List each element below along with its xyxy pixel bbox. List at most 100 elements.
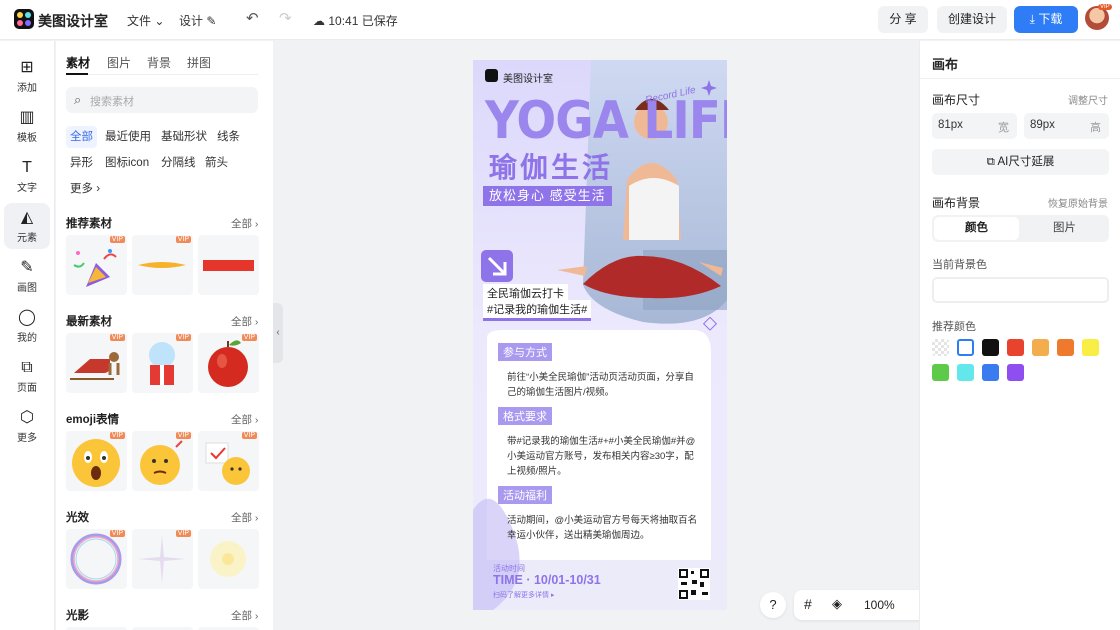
material-thumb[interactable]: VIP — [132, 235, 193, 295]
color-swatch-green[interactable] — [932, 364, 949, 381]
poster-section-3: 活动福利 — [498, 486, 552, 504]
color-swatch-black[interactable] — [982, 339, 999, 356]
poster-scan-text: 扫码了解更多详情 ▸ — [493, 592, 555, 599]
material-thumb[interactable]: VIP — [132, 333, 193, 393]
create-design-button[interactable]: 创建设计 — [937, 6, 1007, 33]
see-all-link[interactable]: 全部 › — [231, 216, 258, 231]
material-thumb[interactable]: VIP — [198, 333, 259, 393]
nav-page[interactable]: ⧉ 页面 — [4, 353, 50, 399]
tab-image[interactable]: 图片 — [107, 54, 131, 71]
nav-label: 模板 — [17, 133, 37, 144]
file-menu-label: 文件 — [127, 14, 152, 28]
material-thumb[interactable]: VIP — [132, 529, 193, 589]
save-status: ☁ 10:41 已保存 — [313, 12, 398, 29]
color-swatch-yellow[interactable] — [1082, 339, 1099, 356]
nav-mine[interactable]: ◯ 我的 — [4, 303, 50, 349]
chip-all[interactable]: 全部 — [66, 126, 97, 148]
download-label: 下载 — [1038, 12, 1063, 26]
download-icon: ⤓ — [1029, 12, 1035, 26]
color-swatch-orange[interactable] — [1057, 339, 1074, 356]
tab-image[interactable]: 图片 — [1022, 217, 1107, 240]
layers-icon[interactable]: ◈ — [832, 596, 842, 612]
nav-add[interactable]: ⊞ 添加 — [4, 53, 50, 99]
shapes-icon: ◭ — [20, 209, 34, 226]
chip-arrows[interactable]: 箭头 — [201, 152, 232, 174]
chip-irregular[interactable]: 异形 — [66, 152, 97, 174]
search-input[interactable]: ⌕ 搜索素材 — [66, 87, 258, 113]
cube-icon: ⬡ — [20, 409, 34, 426]
nav-draw[interactable]: ✎ 画图 — [4, 253, 50, 299]
download-button[interactable]: ⤓ 下载 — [1014, 6, 1078, 33]
redo-icon[interactable]: ↷ — [279, 9, 292, 27]
collapse-panel-handle[interactable]: ‹ — [273, 303, 283, 363]
color-swatch-amber[interactable] — [1032, 339, 1049, 356]
help-button[interactable]: ? — [760, 592, 786, 618]
material-thumb[interactable] — [198, 235, 259, 295]
chip-dividers[interactable]: 分隔线 — [157, 152, 200, 174]
nav-label: 元素 — [17, 233, 37, 244]
material-thumb[interactable] — [198, 529, 259, 589]
app-logo-icon[interactable] — [14, 9, 34, 29]
width-field[interactable]: 81px 宽 — [932, 113, 1017, 139]
chip-lines[interactable]: 线条 — [213, 126, 244, 148]
share-button[interactable]: 分 享 — [878, 6, 928, 33]
design-menu[interactable]: 设计 ✎ — [179, 12, 216, 29]
adjust-size-link[interactable]: 调整尺寸 — [1068, 92, 1108, 107]
color-swatch-white[interactable] — [957, 339, 974, 356]
apple-icon — [208, 340, 248, 387]
see-all-link[interactable]: 全部 › — [231, 608, 258, 623]
bubble-icon — [70, 533, 122, 585]
file-menu[interactable]: 文件 ⌄ — [127, 12, 164, 29]
brand-logo-icon — [485, 69, 498, 82]
edit-icon: ✎ — [206, 14, 217, 28]
material-thumb[interactable]: VIP — [66, 431, 127, 491]
recommend-colors-label: 推荐颜色 — [932, 321, 976, 333]
panel-divider — [920, 78, 1120, 79]
tab-collage[interactable]: 拼图 — [187, 54, 211, 71]
nav-more[interactable]: ⬡ 更多 — [4, 403, 50, 449]
tab-material[interactable]: 素材 — [66, 54, 90, 71]
width-value: 81px — [938, 119, 963, 131]
poster-canvas[interactable]: 美图设计室 YOGA LIFE Record Life 瑜伽生活 放松身心 感受… — [473, 60, 727, 610]
chevron-left-icon: ‹ — [276, 327, 280, 338]
restore-bg-link[interactable]: 恢复原始背景 — [1048, 195, 1108, 210]
color-swatch-red[interactable] — [1007, 339, 1024, 356]
chip-more[interactable]: 更多 › — [66, 178, 104, 200]
current-bg-swatch[interactable] — [932, 277, 1109, 303]
see-all-link[interactable]: 全部 › — [231, 510, 258, 525]
material-thumb[interactable]: VIP — [66, 333, 127, 393]
chip-recent[interactable]: 最近使用 — [101, 126, 155, 148]
color-swatch-purple[interactable] — [1007, 364, 1024, 381]
zoom-value[interactable]: 100% — [864, 598, 895, 612]
poster-text-1: 前往“小美全民瑜伽”活动页活动页面，分享自己的瑜伽生活图片/视频。 — [507, 372, 694, 398]
color-swatch-cyan[interactable] — [957, 364, 974, 381]
chevron-down-icon: ⌄ — [154, 14, 165, 28]
chip-icons[interactable]: 图标icon — [101, 152, 153, 174]
bg-type-toggle: 颜色 图片 — [932, 215, 1109, 242]
tab-color[interactable]: 颜色 — [934, 217, 1019, 240]
material-thumb[interactable]: VIP — [132, 431, 193, 491]
see-all-link[interactable]: 全部 › — [231, 412, 258, 427]
color-swatch-transparent[interactable] — [932, 339, 949, 356]
color-swatch-blue[interactable] — [982, 364, 999, 381]
nav-template[interactable]: ▥ 模板 — [4, 103, 50, 149]
ai-resize-button[interactable]: ⧉ AI尺寸延展 — [932, 149, 1109, 175]
thinking-emoji-icon — [140, 440, 183, 485]
nav-text[interactable]: T 文字 — [4, 153, 50, 199]
top-bar: 美图设计室 文件 ⌄ 设计 ✎ ↶ ↷ ☁ 10:41 已保存 分 享 创建设计… — [0, 0, 1120, 40]
material-thumb[interactable]: VIP — [198, 431, 259, 491]
nav-label: 页面 — [17, 383, 37, 394]
nav-elements[interactable]: ◭ 元素 — [4, 203, 50, 249]
vip-tag: VIP — [241, 432, 257, 439]
tab-background[interactable]: 背景 — [147, 54, 171, 71]
material-thumb[interactable]: VIP — [66, 235, 127, 295]
grid-icon[interactable]: # — [804, 596, 812, 612]
see-all-link[interactable]: 全部 › — [231, 314, 258, 329]
poster-section-2: 格式要求 — [498, 407, 552, 425]
chip-basic-shapes[interactable]: 基础形状 — [157, 126, 211, 148]
material-thumb[interactable]: VIP — [66, 529, 127, 589]
canvas-bg-label: 画布背景 — [932, 196, 981, 210]
undo-icon[interactable]: ↶ — [246, 9, 259, 27]
chick-emoji-icon — [205, 442, 250, 485]
height-field[interactable]: 89px 高 — [1024, 113, 1109, 139]
